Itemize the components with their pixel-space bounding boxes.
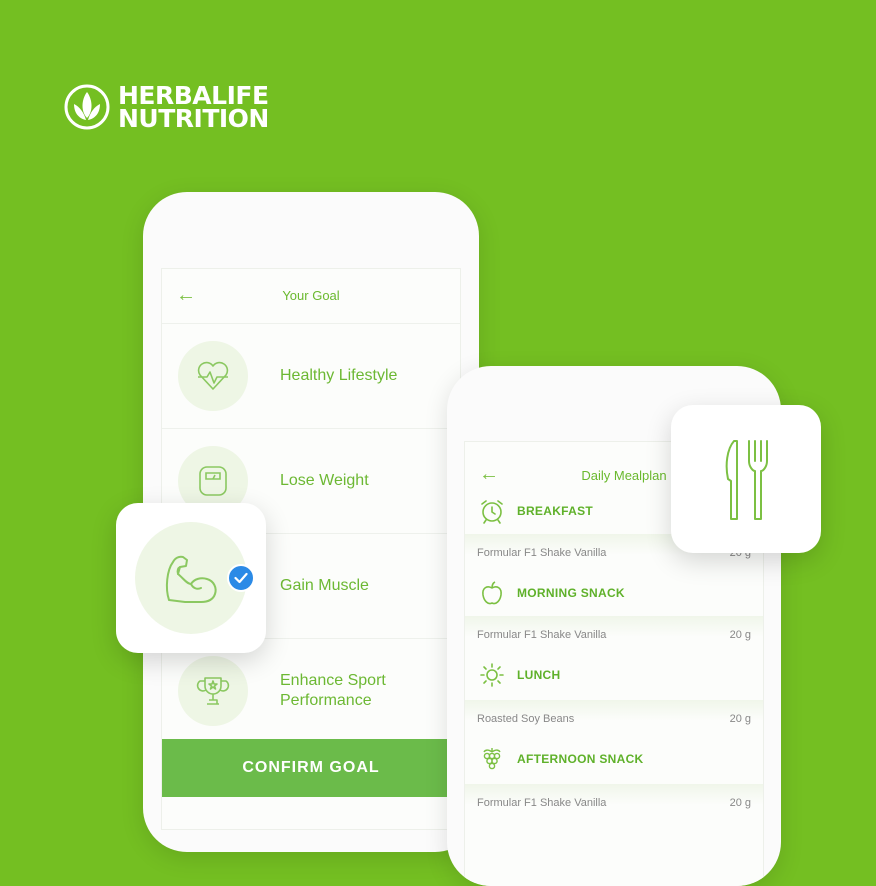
grapes-icon bbox=[483, 748, 501, 770]
trophy-icon bbox=[196, 677, 230, 705]
brand-line2: NUTRITION bbox=[118, 104, 269, 133]
meal-section-morning-snack: MORNING SNACK bbox=[465, 572, 763, 616]
meal-item[interactable]: Formular F1 Shake Vanilla 20 g bbox=[465, 616, 763, 654]
goal-option-enhance-sport[interactable]: Enhance Sport Performance bbox=[162, 639, 460, 744]
meal-item-qty: 20 g bbox=[729, 797, 751, 809]
meal-item-name: Formular F1 Shake Vanilla bbox=[477, 629, 607, 641]
cutlery-icon-card bbox=[671, 405, 821, 553]
meal-item-qty: 20 g bbox=[729, 629, 751, 641]
goal-option-healthy-lifestyle[interactable]: Healthy Lifestyle bbox=[162, 324, 460, 429]
goal-label: Gain Muscle bbox=[280, 577, 369, 594]
meal-item-name: Formular F1 Shake Vanilla bbox=[477, 797, 607, 809]
brand-logo: HERBALIFE NUTRITION bbox=[64, 83, 269, 133]
meal-title: MORNING SNACK bbox=[517, 586, 625, 600]
alarm-clock-icon bbox=[481, 500, 503, 524]
page-title: Your Goal bbox=[282, 288, 340, 303]
meal-item-name: Formular F1 Shake Vanilla bbox=[477, 547, 607, 559]
meal-title: LUNCH bbox=[517, 668, 561, 682]
confirm-goal-button[interactable]: CONFIRM GOAL bbox=[162, 739, 460, 797]
heart-pulse-icon bbox=[197, 361, 229, 390]
meal-item[interactable]: Formular F1 Shake Vanilla 20 g bbox=[465, 784, 763, 822]
goal-label: Enhance Sport Performance bbox=[280, 672, 386, 709]
scale-icon bbox=[199, 466, 227, 496]
apple-icon bbox=[482, 581, 502, 605]
meal-title: AFTERNOON SNACK bbox=[517, 752, 644, 766]
cutlery-icon bbox=[725, 440, 768, 520]
goal-label: Healthy Lifestyle bbox=[280, 367, 398, 384]
meal-section-lunch: LUNCH bbox=[465, 654, 763, 700]
goal-label: Lose Weight bbox=[280, 472, 369, 489]
selected-check-icon bbox=[227, 564, 255, 592]
flexed-arm-icon bbox=[165, 555, 217, 603]
goal-header: ← Your Goal bbox=[162, 269, 460, 324]
meal-item-qty: 20 g bbox=[729, 713, 751, 725]
meal-item-name: Roasted Soy Beans bbox=[477, 713, 575, 725]
herbalife-leaf-icon bbox=[64, 84, 110, 130]
meal-item[interactable]: Roasted Soy Beans 20 g bbox=[465, 700, 763, 738]
meal-title: BREAKFAST bbox=[517, 504, 594, 518]
sun-icon bbox=[480, 663, 504, 687]
meal-section-afternoon-snack: AFTERNOON SNACK bbox=[465, 738, 763, 784]
